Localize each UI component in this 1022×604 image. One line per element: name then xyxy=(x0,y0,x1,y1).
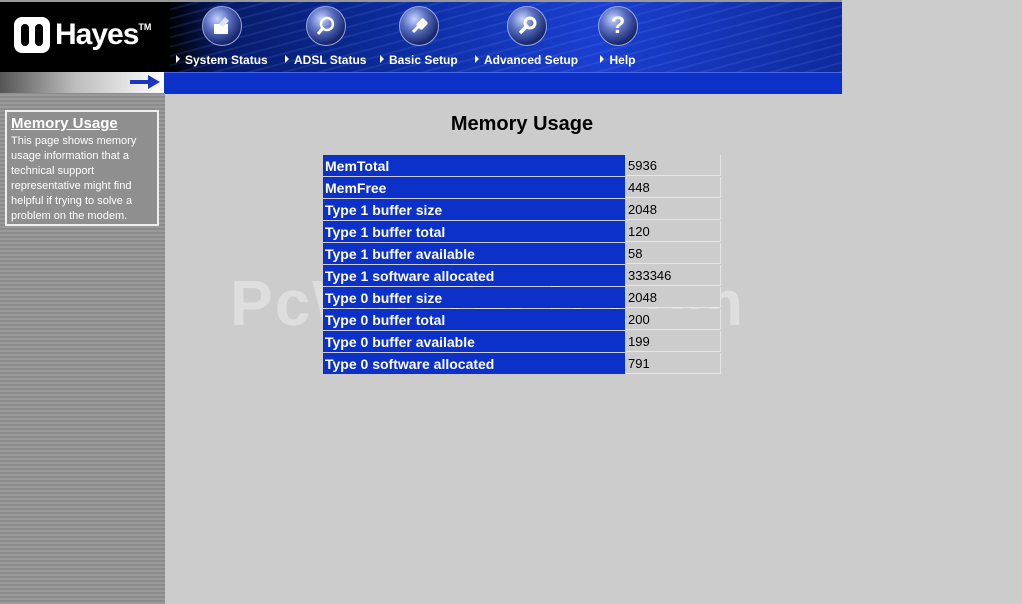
blue-strip xyxy=(164,72,842,94)
row-value: 2048 xyxy=(626,287,721,308)
question-icon: ? xyxy=(598,6,638,46)
row-value: 5936 xyxy=(626,155,721,176)
row-label: Type 1 software allocated xyxy=(323,265,625,286)
nav-label-basic-setup: Basic Setup xyxy=(389,53,458,67)
row-label: Type 0 buffer size xyxy=(323,287,625,308)
nav-system-status[interactable]: System Status xyxy=(176,6,268,67)
nav-basic-setup[interactable]: Basic Setup xyxy=(380,6,458,67)
nav-label-system-status: System Status xyxy=(185,53,268,67)
nav-label-adsl-status: ADSL Status xyxy=(294,53,367,67)
trademark: TM xyxy=(138,22,152,32)
row-value: 2048 xyxy=(626,199,721,220)
plug-icon xyxy=(398,6,439,46)
sidebar-help-text: This page shows memory usage information… xyxy=(11,135,137,222)
row-value: 448 xyxy=(626,177,721,198)
arrow-strip xyxy=(0,72,164,94)
hayes-logo[interactable]: Hayes TM xyxy=(14,16,151,54)
nav-label-advanced-setup: Advanced Setup xyxy=(484,53,579,67)
table-row: Type 1 buffer size 2048 xyxy=(323,199,721,220)
row-label: Type 1 buffer size xyxy=(323,199,625,220)
table-row: Type 1 buffer available 58 xyxy=(323,243,721,264)
table-row: MemFree 448 xyxy=(323,177,721,198)
table-row: Type 0 buffer size 2048 xyxy=(323,287,721,308)
table-row: MemTotal 5936 xyxy=(323,155,721,176)
magnifier-icon xyxy=(305,6,346,46)
row-value: 120 xyxy=(626,221,721,242)
row-label: Type 1 buffer total xyxy=(323,221,625,242)
row-value: 199 xyxy=(626,331,721,352)
sidebar-help-title-link[interactable]: Memory Usage xyxy=(11,115,153,132)
page-title: Memory Usage xyxy=(450,113,594,135)
nav-label-help: Help xyxy=(609,53,636,67)
header-banner: Hayes TM System Status ADSL Status Basic… xyxy=(0,0,842,72)
row-value: 333346 xyxy=(626,265,721,286)
hayes-logo-mark-icon xyxy=(14,17,50,53)
brand-name: Hayes xyxy=(55,18,139,51)
wrench-icon xyxy=(506,6,547,46)
row-label: Type 0 buffer available xyxy=(323,331,625,352)
row-value: 791 xyxy=(626,353,721,374)
row-label: Type 0 software allocated xyxy=(323,353,625,374)
table-row: Type 0 software allocated 791 xyxy=(323,353,721,374)
sidebar-help-box: Memory Usage This page shows memory usag… xyxy=(5,110,159,226)
row-value: 58 xyxy=(626,243,721,264)
row-label: Type 0 buffer total xyxy=(323,309,625,330)
table-row: Type 0 buffer available 199 xyxy=(323,331,721,352)
row-label: Type 1 buffer available xyxy=(323,243,625,264)
row-label: MemFree xyxy=(323,177,625,198)
table-row: Type 1 software allocated 333346 xyxy=(323,265,721,286)
nav-advanced-setup[interactable]: Advanced Setup xyxy=(475,6,578,67)
row-label: MemTotal xyxy=(323,155,625,176)
sidebar: Memory Usage This page shows memory usag… xyxy=(0,93,165,604)
table-row: Type 0 buffer total 200 xyxy=(323,309,721,330)
right-arrow-icon xyxy=(148,75,160,89)
nav-help[interactable]: ? Help xyxy=(598,6,638,67)
system-status-icon xyxy=(201,6,242,46)
memory-usage-table: MemTotal 5936 MemFree 448 Type 1 buffer si… xyxy=(322,154,722,375)
nav-adsl-status[interactable]: ADSL Status xyxy=(285,6,366,67)
table-row: Type 1 buffer total 120 xyxy=(323,221,721,242)
row-value: 200 xyxy=(626,309,721,330)
